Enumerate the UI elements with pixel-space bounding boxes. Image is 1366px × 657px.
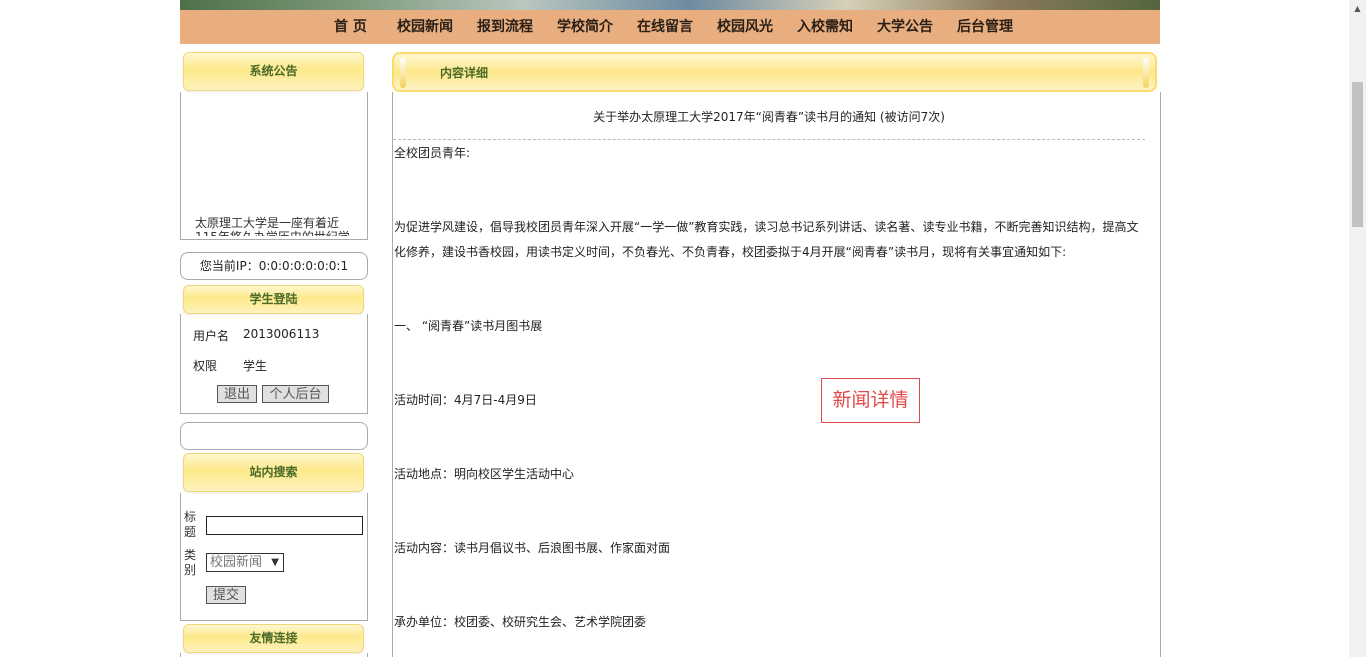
search-title-label: 标题 <box>184 510 197 539</box>
main-nav: 首 页 校园新闻 报到流程 学校简介 在线留言 校园风光 入校需知 大学公告 后… <box>180 10 1160 44</box>
search-category-selected: 校园新闻 <box>210 555 263 570</box>
article-title: 关于举办太原理工大学2017年“阅青春”读书月的通知 (被访问7次) <box>593 110 945 124</box>
notice-panel-header: 系统公告 <box>183 52 364 91</box>
article-organizer: 承办单位：校团委、校研究生会、艺术学院团委 <box>394 615 647 629</box>
search-category-label: 类别 <box>184 548 197 577</box>
chevron-down-icon: ▼ <box>271 557 279 568</box>
role-value: 学生 <box>243 359 268 373</box>
page-scrollbar[interactable]: ▲ <box>1349 0 1366 657</box>
nav-campus-news[interactable]: 校园新闻 <box>397 10 453 44</box>
header-cap-left <box>400 58 406 88</box>
nav-online-message[interactable]: 在线留言 <box>637 10 693 44</box>
nav-university-notice[interactable]: 大学公告 <box>877 10 933 44</box>
article-content: 活动内容：读书月倡议书、后浪图书展、作家面对面 <box>394 541 671 555</box>
search-submit-button[interactable]: 提交 <box>206 586 246 604</box>
personal-dashboard-button[interactable]: 个人后台 <box>262 385 329 403</box>
nav-admission-notes[interactable]: 入校需知 <box>797 10 853 44</box>
search-title-input[interactable] <box>206 516 363 535</box>
username-label: 用户名 <box>193 329 230 343</box>
article-intro: 为促进学风建设，倡导我校团员青年深入开展“一学一做”教育实践，读习总书记系列讲话… <box>394 220 1139 259</box>
search-panel-header: 站内搜索 <box>183 453 364 492</box>
nav-registration-process[interactable]: 报到流程 <box>477 10 533 44</box>
nav-admin[interactable]: 后台管理 <box>957 10 1013 44</box>
links-panel-header: 友情连接 <box>183 624 364 653</box>
ip-display: 您当前IP：0:0:0:0:0:0:0:1 <box>180 252 368 280</box>
notice-marquee-text: 太原理工大学是一座有着近 <box>195 216 340 230</box>
nav-home[interactable]: 首 页 <box>334 10 367 44</box>
search-category-select[interactable]: 校园新闻 ▼ <box>206 553 284 572</box>
title-divider <box>393 139 1145 140</box>
empty-info-pill <box>180 422 368 450</box>
login-panel-header: 学生登陆 <box>183 285 364 314</box>
content-detail-body: 关于举办太原理工大学2017年“阅青春”读书月的通知 (被访问7次) 全校团员青… <box>392 92 1161 657</box>
nav-school-intro[interactable]: 学校简介 <box>557 10 613 44</box>
article-time: 活动时间：4月7日-4月9日 <box>394 393 537 407</box>
page-wrapper: 首 页 校园新闻 报到流程 学校简介 在线留言 校园风光 入校需知 大学公告 后… <box>180 0 1161 657</box>
content-detail-title: 内容详细 <box>440 66 489 80</box>
main-content: 内容详细 关于举办太原理工大学2017年“阅青春”读书月的通知 (被访问7次) … <box>392 52 1161 657</box>
article-section-1: 一、 “阅青春”读书月图书展 <box>394 319 543 333</box>
role-label: 权限 <box>193 359 218 373</box>
article-greeting: 全校团员青年: <box>394 146 471 160</box>
scrollbar-thumb[interactable] <box>1352 82 1363 227</box>
header-banner-image <box>180 0 1160 10</box>
content-detail-header: 内容详细 <box>392 52 1157 92</box>
article-location: 活动地点：明向校区学生活动中心 <box>394 467 575 481</box>
nav-campus-scenery[interactable]: 校园风光 <box>717 10 773 44</box>
news-detail-stamp: 新闻详情 <box>821 378 920 423</box>
header-cap-right <box>1143 58 1149 88</box>
notice-marquee-text-2: 115年悠久办学历史的世纪学 <box>195 230 355 236</box>
scroll-up-arrow-icon[interactable]: ▲ <box>1349 0 1366 17</box>
username-value: 2013006113 <box>243 327 320 341</box>
logout-button[interactable]: 退出 <box>217 385 257 403</box>
links-panel-body <box>180 653 368 657</box>
